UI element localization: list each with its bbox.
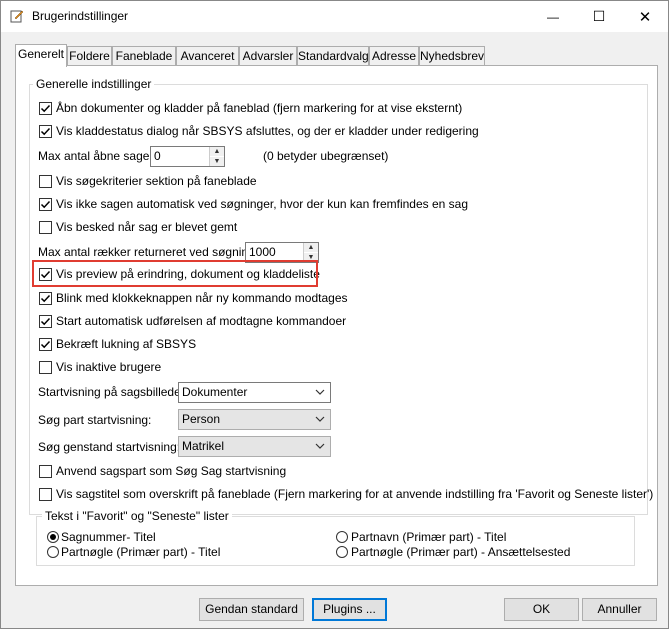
list-text-legend: Tekst i "Favorit" og "Seneste" lister (42, 509, 232, 523)
chevron-down-icon (315, 416, 325, 422)
inactive-users-checkbox[interactable] (39, 361, 52, 374)
draft-status-label: Vis kladdestatus dialog når SBSYS afslut… (56, 124, 479, 138)
max-cases-label: Max antal åbne sager: (38, 149, 157, 163)
confirm-close-label: Bekræft lukning af SBSYS (56, 337, 197, 351)
max-cases-value: 0 (154, 149, 161, 163)
no-auto-open-checkbox[interactable] (39, 198, 52, 211)
spin-up-icon[interactable]: ▲ (304, 243, 318, 252)
radio-sagnummer-titel-label: Sagnummer- Titel (61, 530, 156, 544)
draft-status-checkbox[interactable] (39, 125, 52, 138)
party-view-value: Person (182, 412, 221, 426)
highlight-box (32, 260, 318, 287)
radio-selected-dot (50, 534, 56, 540)
tab-generelt[interactable]: Generelt (15, 44, 67, 67)
object-view-label: Søg genstand startvisning: (38, 440, 181, 454)
saved-message-label: Vis besked når sag er blevet gemt (56, 220, 238, 234)
object-view-value: Matrikel (182, 439, 225, 453)
tab-panel-generelt: Generelle indstillinger Åbn dokumenter o… (15, 65, 658, 586)
window-title: Brugerindstillinger (32, 9, 129, 23)
blink-label: Blink med klokkeknappen når ny kommando … (56, 291, 348, 305)
max-cases-input[interactable]: 0 ▲ ▼ (150, 146, 225, 167)
search-criteria-label: Vis søgekriterier sektion på faneblade (56, 174, 257, 188)
start-view-select[interactable]: Dokumenter (178, 382, 331, 403)
blink-checkbox[interactable] (39, 292, 52, 305)
max-cases-spinner[interactable]: ▲ ▼ (209, 147, 224, 166)
open-docs-label: Åbn dokumenter og kladder på faneblad (f… (56, 101, 463, 115)
radio-partnoegle-titel[interactable] (47, 546, 59, 558)
radio-partnoegle-ansaettelsested[interactable] (336, 546, 348, 558)
tab-foldere[interactable]: Foldere (67, 46, 112, 66)
minimize-button[interactable]: — (530, 1, 576, 32)
open-docs-checkbox[interactable] (39, 102, 52, 115)
saved-message-checkbox[interactable] (39, 221, 52, 234)
party-view-label: Søg part startvisning: (38, 413, 152, 427)
radio-sagnummer-titel[interactable] (47, 531, 59, 543)
max-cases-note: (0 betyder ubegrænset) (263, 149, 389, 163)
tab-advarsler[interactable]: Advarsler (239, 46, 297, 66)
radio-partnavn-titel-label: Partnavn (Primær part) - Titel (351, 530, 507, 544)
search-criteria-checkbox[interactable] (39, 175, 52, 188)
party-view-select[interactable]: Person (178, 409, 331, 430)
maximize-button[interactable]: ☐ (576, 1, 622, 32)
tab-nyhedsbrev[interactable]: Nyhedsbrev (419, 46, 485, 66)
max-rows-label: Max antal rækker returneret ved søgning: (38, 245, 259, 259)
start-view-label: Startvisning på sagsbilledet: (38, 385, 188, 399)
chevron-down-icon (315, 443, 325, 449)
ok-button[interactable]: OK (504, 598, 579, 621)
cancel-button[interactable]: Annuller (582, 598, 657, 621)
use-party-checkbox[interactable] (39, 465, 52, 478)
spin-down-icon[interactable]: ▼ (210, 157, 224, 166)
minimize-icon: — (547, 9, 559, 24)
close-button[interactable]: ✕ (622, 1, 668, 32)
tab-adresse[interactable]: Adresse (369, 46, 419, 66)
plugins-button[interactable]: Plugins ... (312, 598, 387, 621)
radio-partnoegle-ansaettelsested-label: Partnøgle (Primær part) - Ansættelsested (351, 545, 571, 559)
app-icon (10, 10, 24, 23)
no-auto-open-label: Vis ikke sagen automatisk ved søgninger,… (56, 197, 469, 211)
radio-partnoegle-titel-label: Partnøgle (Primær part) - Titel (61, 545, 221, 559)
tab-faneblade[interactable]: Faneblade (112, 46, 176, 66)
max-rows-value: 1000 (249, 245, 276, 259)
chevron-down-icon (315, 389, 325, 395)
case-title-label: Vis sagstitel som overskrift på faneblad… (56, 487, 654, 501)
spin-up-icon[interactable]: ▲ (210, 147, 224, 156)
start-view-value: Dokumenter (182, 385, 248, 399)
auto-exec-label: Start automatisk udførelsen af modtagne … (56, 314, 347, 328)
title-bar[interactable]: Brugerindstillinger — ☐ ✕ (1, 1, 668, 32)
use-party-label: Anvend sagspart som Søg Sag startvisning (56, 464, 287, 478)
object-view-select[interactable]: Matrikel (178, 436, 331, 457)
reset-default-button[interactable]: Gendan standard (199, 598, 304, 621)
close-icon: ✕ (638, 8, 652, 26)
confirm-close-checkbox[interactable] (39, 338, 52, 351)
inactive-users-label: Vis inaktive brugere (56, 360, 162, 374)
case-title-checkbox[interactable] (39, 488, 52, 501)
tab-avanceret[interactable]: Avanceret (176, 46, 239, 66)
tab-standardvalg[interactable]: Standardvalg (297, 46, 369, 66)
radio-partnavn-titel[interactable] (336, 531, 348, 543)
settings-window: Brugerindstillinger — ☐ ✕ Generelt Folde… (0, 0, 669, 629)
maximize-icon: ☐ (592, 8, 606, 24)
auto-exec-checkbox[interactable] (39, 315, 52, 328)
general-settings-legend: Generelle indstillinger (33, 77, 155, 91)
